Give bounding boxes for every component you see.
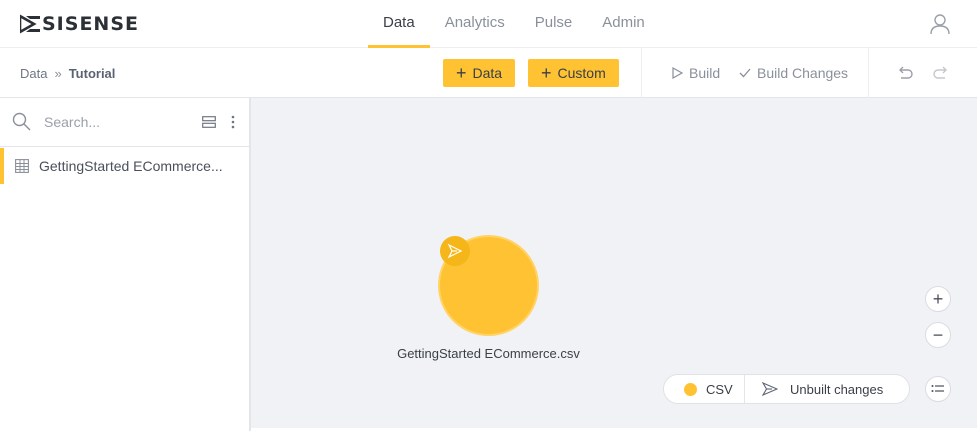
- sisense-logo[interactable]: SISENSE: [20, 13, 139, 35]
- breadcrumb-current: Tutorial: [68, 65, 116, 81]
- model-toolbar: Data » Tutorial + Data + Custom Build Bu…: [0, 48, 977, 98]
- unbuilt-changes-icon: [762, 381, 778, 397]
- add-custom-label: Custom: [557, 65, 606, 81]
- legend-divider: [744, 375, 745, 403]
- dataset-node-label: GettingStarted ECommerce.csv: [397, 346, 580, 361]
- plus-icon: +: [456, 63, 467, 83]
- logo-wordmark: SISENSE: [42, 13, 139, 35]
- node-unbuilt-badge[interactable]: [440, 236, 470, 266]
- add-data-label: Data: [472, 65, 503, 81]
- list-view-icon[interactable]: [202, 116, 216, 128]
- main-nav-tabs: Data Analytics Pulse Admin: [368, 0, 660, 48]
- search-input[interactable]: [44, 111, 189, 133]
- legend-unbuilt-label: Unbuilt changes: [790, 382, 884, 397]
- build-changes-button[interactable]: Build Changes: [739, 48, 848, 98]
- add-data-button[interactable]: + Data: [443, 59, 516, 87]
- csv-color-dot: [684, 383, 697, 396]
- build-changes-label: Build Changes: [757, 65, 849, 81]
- add-custom-button[interactable]: + Custom: [528, 59, 619, 87]
- top-nav-bar: SISENSE Data Analytics Pulse Admin: [0, 0, 977, 48]
- legend-toggle-button[interactable]: [925, 376, 951, 402]
- zoom-in-button[interactable]: +: [925, 286, 951, 312]
- more-options-icon[interactable]: [229, 114, 237, 130]
- dataset-list-item[interactable]: GettingStarted ECommerce...: [0, 148, 249, 184]
- dataset-sidebar: GettingStarted ECommerce...: [0, 98, 251, 431]
- zoom-out-button[interactable]: −: [925, 322, 951, 348]
- breadcrumb-separator: »: [54, 65, 62, 81]
- selection-indicator: [0, 148, 4, 184]
- toolbar-divider: [641, 48, 642, 98]
- user-profile-icon[interactable]: [929, 13, 951, 35]
- sisense-logo-mark-icon: [20, 14, 40, 34]
- legend-csv-label: CSV: [706, 382, 733, 397]
- build-button[interactable]: Build: [672, 48, 720, 98]
- build-label: Build: [689, 65, 721, 81]
- breadcrumb: Data » Tutorial: [20, 48, 115, 98]
- redo-icon[interactable]: [932, 64, 950, 82]
- tab-data[interactable]: Data: [368, 0, 430, 48]
- tab-analytics[interactable]: Analytics: [430, 0, 520, 48]
- checkmark-icon: [739, 68, 751, 78]
- schema-canvas[interactable]: GettingStarted ECommerce.csv + − CSV Unb…: [251, 98, 977, 428]
- tab-pulse[interactable]: Pulse: [520, 0, 588, 48]
- play-icon: [672, 67, 683, 79]
- legend-bar: CSV Unbuilt changes: [663, 374, 910, 404]
- toolbar-divider: [868, 48, 869, 98]
- breadcrumb-root-link[interactable]: Data: [20, 66, 47, 81]
- undo-icon[interactable]: [896, 64, 914, 82]
- plus-icon: +: [541, 63, 552, 83]
- tab-admin[interactable]: Admin: [587, 0, 660, 48]
- dataset-label: GettingStarted ECommerce...: [39, 158, 223, 174]
- sidebar-search-row: [0, 98, 249, 147]
- search-icon: [12, 112, 31, 131]
- unbuilt-changes-icon: [447, 243, 463, 259]
- table-icon: [15, 159, 29, 173]
- list-icon: [931, 385, 944, 392]
